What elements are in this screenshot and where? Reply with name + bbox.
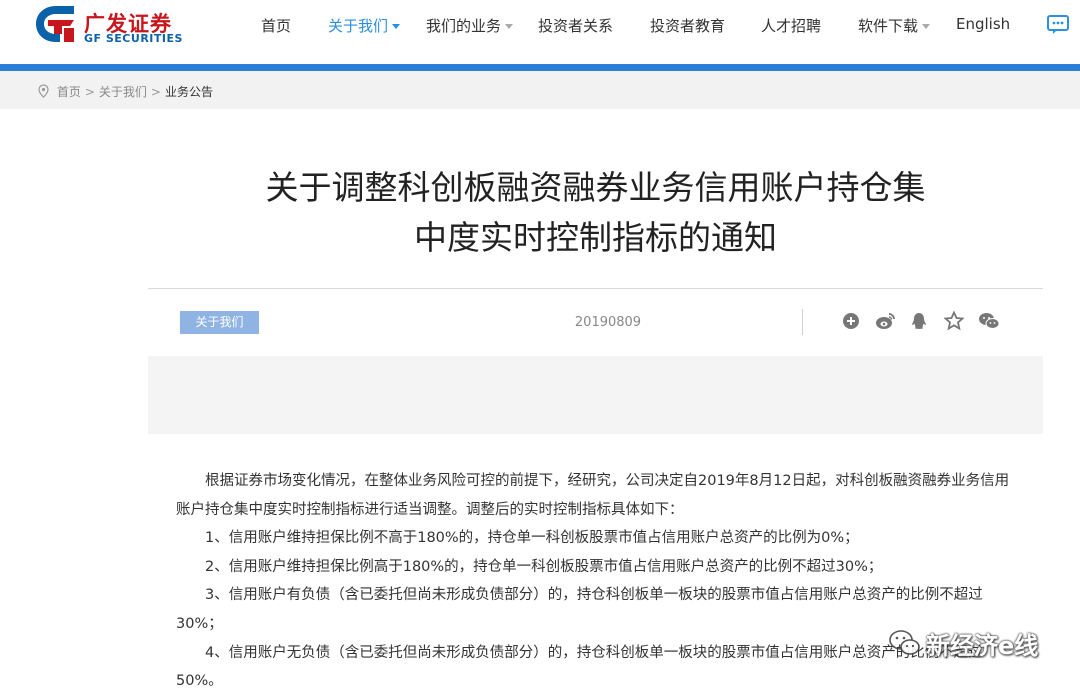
- location-pin-icon: [38, 84, 49, 98]
- main-nav: 首页 关于我们 我们的业务 投资者关系 投资者教育 人才招聘 软件下载 Engl…: [0, 0, 1080, 50]
- nav-label: 人才招聘: [761, 17, 822, 35]
- caret-down-icon: [392, 24, 401, 29]
- nav-item-investor-relations[interactable]: 投资者关系: [538, 15, 613, 36]
- summary-box: [148, 356, 1043, 434]
- body-paragraph: 1、信用账户维持担保比例不高于180%的，持仓单一科创板股票市值占信用账户总资产…: [205, 530, 859, 547]
- article-title-line2: 中度实时控制指标的通知: [414, 218, 777, 257]
- nav-label: 我们的业务: [426, 17, 502, 35]
- body-paragraph: 根据证券市场变化情况，在整体业务风险可控的前提下，经研究，公司决定自2019年8…: [176, 473, 1010, 518]
- body-paragraph: 2、信用账户维持担保比例高于180%的，持仓单一科创板股票市值占信用账户总资产的…: [205, 558, 883, 575]
- breadcrumb-home[interactable]: 首页: [57, 85, 81, 99]
- chat-bubble-icon[interactable]: [1046, 14, 1070, 36]
- header-accent-bar: [0, 64, 1080, 71]
- nav-label: 首页: [261, 17, 292, 35]
- plus-circle-icon[interactable]: [841, 311, 861, 331]
- publish-date: 20190809: [574, 315, 642, 330]
- nav-item-home[interactable]: 首页: [261, 15, 291, 36]
- breadcrumb-separator: >: [150, 85, 161, 99]
- nav-item-software[interactable]: 软件下载: [858, 15, 931, 36]
- breadcrumb-current: 业务公告: [164, 85, 213, 99]
- nav-label: 软件下载: [858, 17, 919, 35]
- meta-vertical-divider: [802, 309, 803, 335]
- nav-label: 投资者关系: [538, 17, 614, 35]
- site-header: 广发证券 GF SECURITIES 首页 关于我们 我们的业务 投资者关系 投…: [0, 0, 1080, 64]
- breadcrumb-separator: >: [84, 85, 95, 99]
- nav-label: 投资者教育: [650, 17, 726, 35]
- nav-item-about[interactable]: 关于我们: [328, 15, 401, 36]
- nav-label: 关于我们: [328, 17, 389, 35]
- nav-item-investor-education[interactable]: 投资者教育: [650, 15, 725, 36]
- breadcrumb-bar: 首页 > 关于我们 > 业务公告: [0, 71, 1080, 109]
- star-icon[interactable]: [943, 310, 965, 331]
- article-title: 关于调整科创板融资融券业务信用账户持仓集 中度实时控制指标的通知: [148, 163, 1043, 263]
- wechat-icon[interactable]: [978, 311, 1000, 331]
- qq-icon[interactable]: [909, 311, 929, 331]
- nav-item-business[interactable]: 我们的业务: [426, 15, 514, 36]
- breadcrumb-about[interactable]: 关于我们: [99, 85, 147, 99]
- wechat-logo-icon: [889, 630, 920, 655]
- caret-down-icon: [922, 24, 931, 29]
- nav-label: English: [956, 15, 1011, 33]
- article-meta: 关于我们 20190809: [148, 289, 1043, 355]
- breadcrumb: 首页 > 关于我们 > 业务公告: [38, 83, 213, 100]
- watermark-text: 新经济e线: [926, 632, 1039, 660]
- category-tag[interactable]: 关于我们: [180, 311, 259, 334]
- weibo-icon[interactable]: [874, 311, 895, 331]
- caret-down-icon: [505, 24, 514, 29]
- article-title-line1: 关于调整科创板融资融券业务信用账户持仓集: [265, 168, 926, 207]
- watermark: 新经济e线: [888, 622, 1068, 662]
- nav-item-careers[interactable]: 人才招聘: [761, 15, 821, 36]
- nav-item-english[interactable]: English: [956, 15, 1010, 33]
